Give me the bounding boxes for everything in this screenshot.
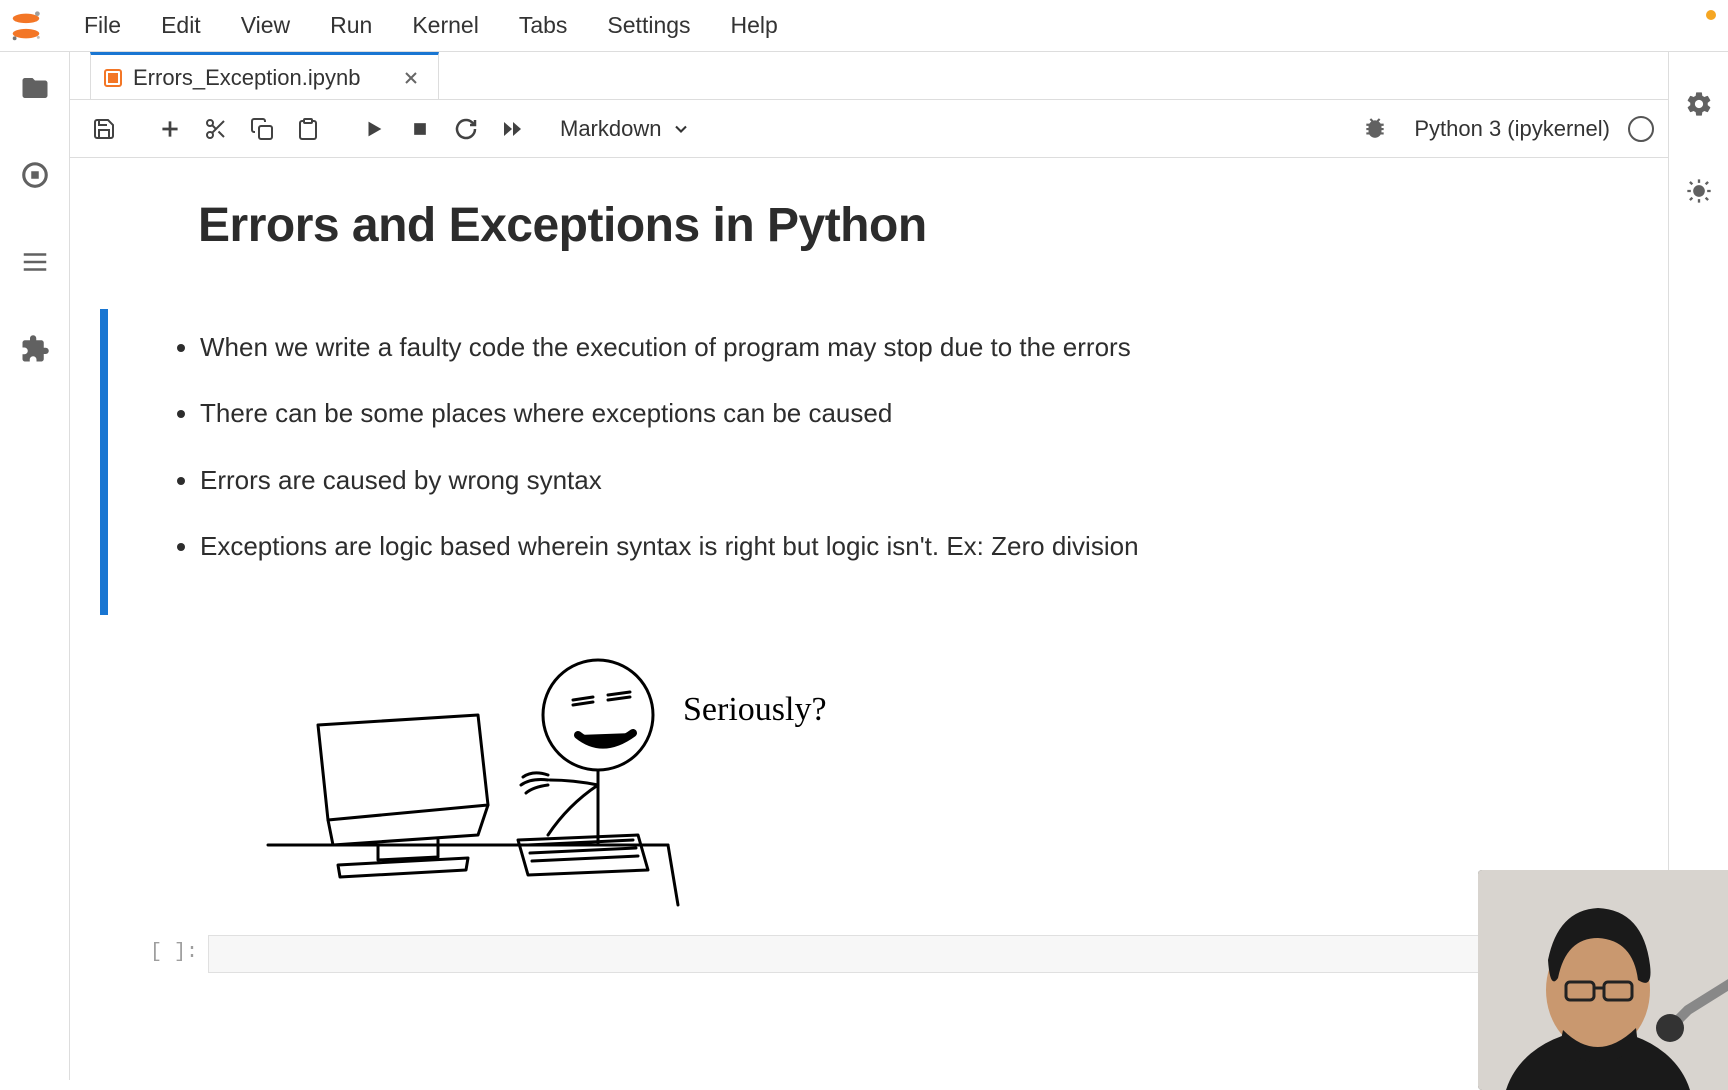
paste-icon[interactable] (288, 109, 328, 149)
cell-prompt: [ ]: (118, 935, 208, 973)
menu-run[interactable]: Run (310, 4, 392, 47)
status-dot-icon (1706, 10, 1716, 20)
markdown-cell-bullets[interactable]: When we write a faulty code the executio… (70, 309, 1668, 615)
restart-icon[interactable] (446, 109, 486, 149)
run-icon[interactable] (354, 109, 394, 149)
list-item: When we write a faulty code the executio… (200, 329, 1628, 365)
webcam-overlay (1478, 870, 1728, 1090)
code-input[interactable] (208, 935, 1648, 973)
save-icon[interactable] (84, 109, 124, 149)
extensions-icon[interactable] (19, 333, 51, 365)
kernel-status-icon[interactable] (1628, 116, 1654, 142)
code-cell-empty[interactable]: [ ]: (70, 935, 1668, 973)
add-cell-icon[interactable] (150, 109, 190, 149)
kernel-name[interactable]: Python 3 (ipykernel) (1414, 116, 1610, 142)
copy-icon[interactable] (242, 109, 282, 149)
menu-settings[interactable]: Settings (587, 4, 710, 47)
toc-icon[interactable] (19, 246, 51, 278)
list-item: Exceptions are logic based wherein synta… (200, 528, 1628, 564)
chevron-down-icon (671, 119, 691, 139)
menu-help[interactable]: Help (711, 4, 798, 47)
left-sidebar (0, 52, 70, 1080)
cell-type-dropdown[interactable]: Markdown (552, 112, 699, 146)
main-area: Errors_Exception.ipynb (70, 52, 1668, 1080)
cut-icon[interactable] (196, 109, 236, 149)
jupyter-logo (8, 8, 44, 44)
folder-icon[interactable] (19, 72, 51, 104)
tab-notebook[interactable]: Errors_Exception.ipynb (90, 52, 439, 99)
tab-title: Errors_Exception.ipynb (133, 65, 360, 91)
markdown-cell-heading[interactable]: Errors and Exceptions in Python (70, 184, 1668, 303)
notebook-icon (103, 68, 123, 88)
fast-forward-icon[interactable] (492, 109, 532, 149)
debugger-toolbar-icon[interactable] (1362, 115, 1390, 143)
menu-bar: File Edit View Run Kernel Tabs Settings … (0, 0, 1728, 52)
meme-image: Seriously? (238, 645, 878, 915)
list-item: There can be some places where exception… (200, 395, 1628, 431)
menu-file[interactable]: File (64, 4, 141, 47)
running-terminals-icon[interactable] (19, 159, 51, 191)
bullet-list: When we write a faulty code the executio… (138, 329, 1628, 565)
list-item: Errors are caused by wrong syntax (200, 462, 1628, 498)
stop-icon[interactable] (400, 109, 440, 149)
svg-text:Seriously?: Seriously? (683, 691, 827, 728)
notebook-toolbar: Markdown Python 3 (ipykernel) (70, 100, 1668, 158)
menu-tabs[interactable]: Tabs (499, 4, 588, 47)
menu-kernel[interactable]: Kernel (392, 4, 498, 47)
menu-items: File Edit View Run Kernel Tabs Settings … (64, 4, 798, 47)
debugger-icon[interactable] (1683, 175, 1715, 207)
tab-close-icon[interactable] (400, 67, 422, 89)
tab-bar: Errors_Exception.ipynb (70, 52, 1668, 100)
notebook-area[interactable]: Errors and Exceptions in Python When we … (70, 158, 1668, 1080)
page-title: Errors and Exceptions in Python (198, 198, 1628, 253)
property-inspector-icon[interactable] (1683, 88, 1715, 120)
cell-type-label: Markdown (560, 116, 661, 142)
menu-edit[interactable]: Edit (141, 4, 221, 47)
markdown-cell-image[interactable]: Seriously? (70, 635, 1668, 915)
menu-view[interactable]: View (221, 4, 310, 47)
